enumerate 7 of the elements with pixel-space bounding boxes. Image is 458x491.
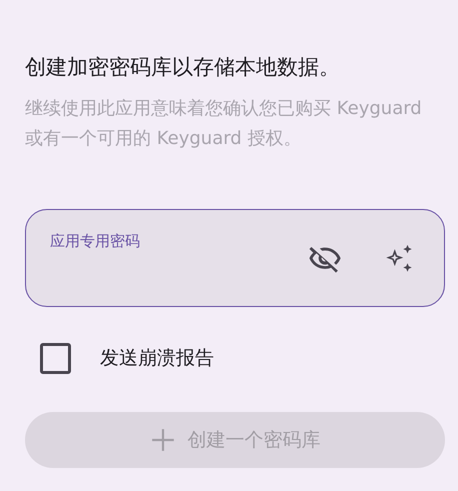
- checkbox-label: 发送崩溃报告: [100, 346, 214, 371]
- checkbox[interactable]: [40, 342, 71, 374]
- heading: 创建加密密码库以存储本地数据。: [25, 54, 341, 81]
- description: 继续使用此应用意味着您确认您已购买 Keyguard 或有一个可用的 Keyguard 授权。: [25, 97, 423, 151]
- password-field[interactable]: 应用专用密码: [25, 209, 445, 307]
- field-label: 应用专用密码: [50, 232, 140, 251]
- plus-icon: [150, 427, 176, 453]
